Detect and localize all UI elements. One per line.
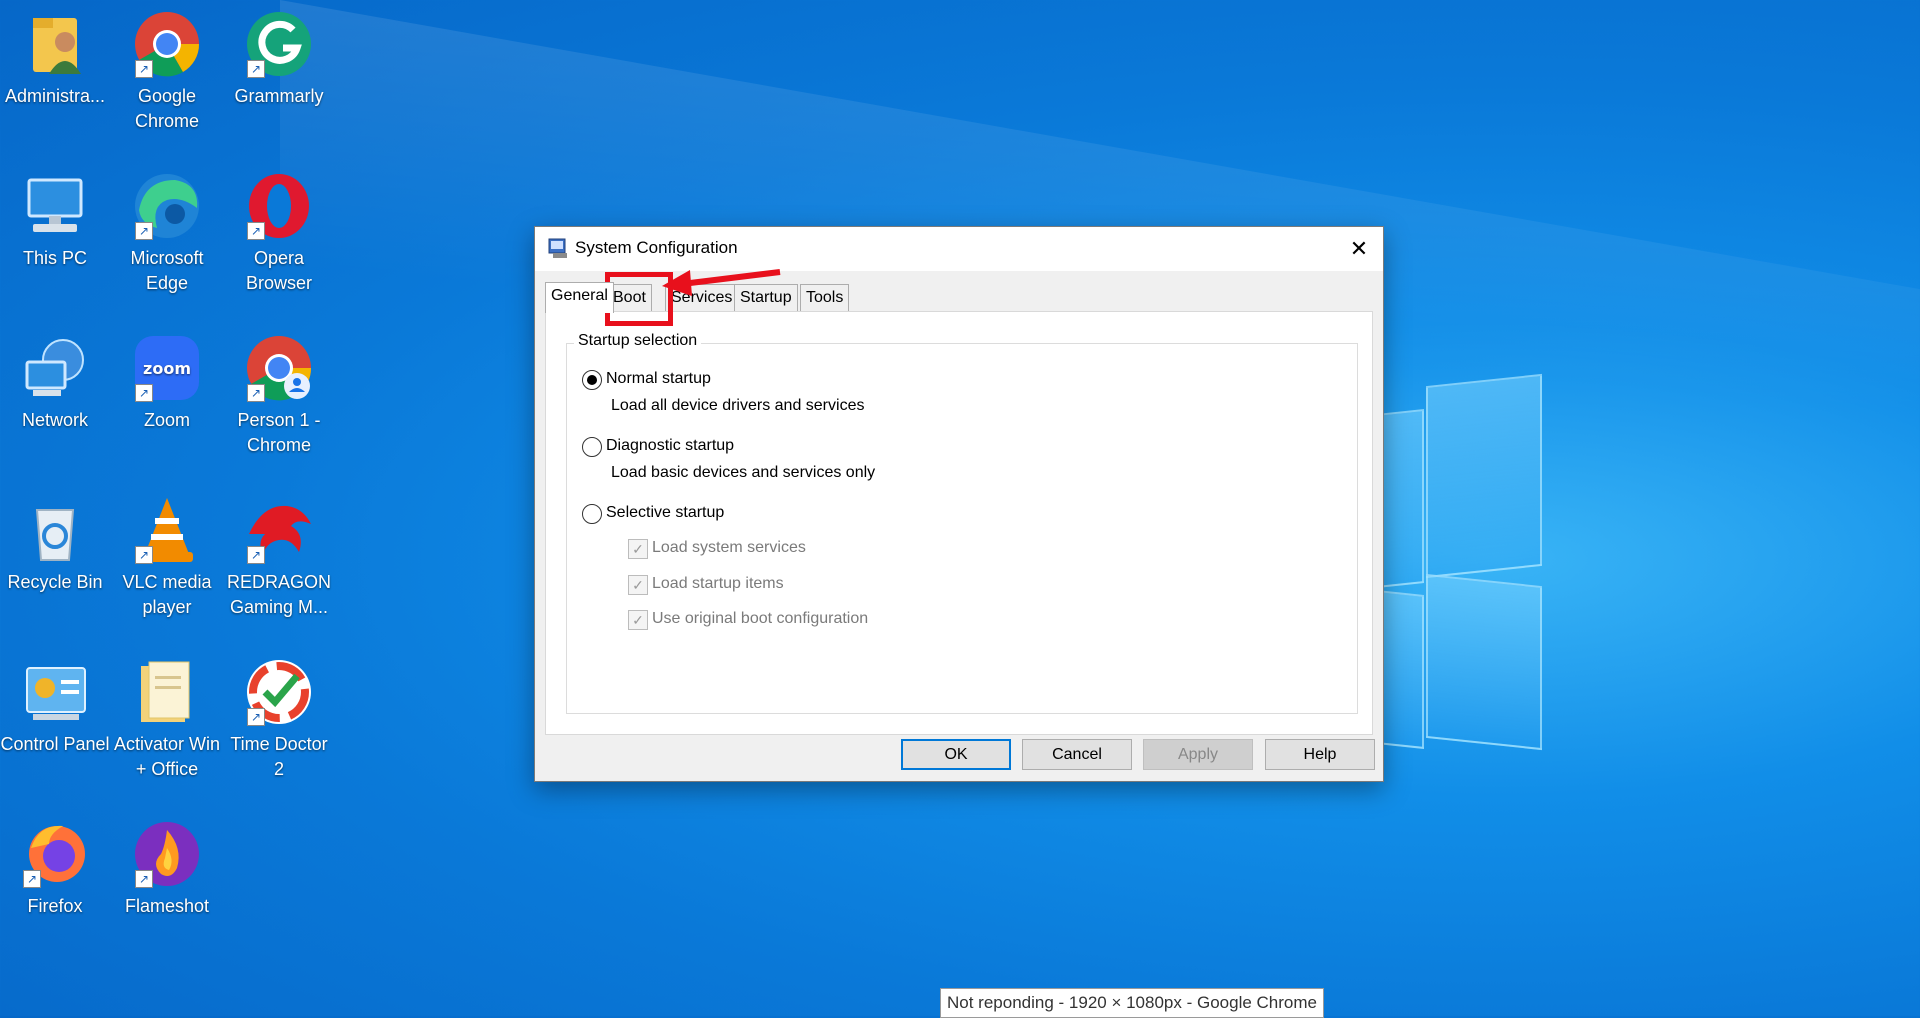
msconfig-icon [547, 237, 569, 259]
shortcut-arrow-icon: ↗ [247, 384, 265, 402]
zoom-icon: zoom ↗ [131, 332, 203, 404]
desktop-icon-flameshot[interactable]: ↗ Flameshot [112, 814, 222, 919]
chrome-profile-icon: ↗ [243, 332, 315, 404]
desktop-icon-grammarly[interactable]: ↗ Grammarly [224, 4, 334, 109]
dialog-title: System Configuration [575, 238, 738, 257]
desktop-icon-label: Control Panel [0, 734, 110, 754]
desktop-icon-firefox[interactable]: ↗ Firefox [0, 814, 110, 919]
control-panel-icon [19, 656, 91, 728]
desktop-icon-label: VLC media player [122, 572, 212, 617]
shortcut-arrow-icon: ↗ [135, 870, 153, 888]
desktop-icon-redragon[interactable]: ↗ REDRAGON Gaming M... [224, 490, 334, 620]
shortcut-arrow-icon: ↗ [247, 546, 265, 564]
desktop-icon-label: Administra... [4, 86, 106, 106]
desktop-icon-activator[interactable]: Activator Win + Office [112, 652, 222, 782]
desktop-icon-zoom[interactable]: zoom ↗ Zoom [112, 328, 222, 433]
shortcut-arrow-icon: ↗ [23, 870, 41, 888]
load-system-services-label: Load system services [652, 539, 806, 556]
desktop-icon-label: Time Doctor 2 [230, 734, 328, 779]
desktop-icon-control-panel[interactable]: Control Panel [0, 652, 110, 757]
close-icon: ✕ [1349, 236, 1369, 261]
time-doctor-icon: ↗ [243, 656, 315, 728]
ok-button[interactable]: OK [901, 739, 1011, 770]
shortcut-arrow-icon: ↗ [247, 222, 265, 240]
shortcut-arrow-icon: ↗ [135, 60, 153, 78]
normal-startup-label[interactable]: Normal startup [606, 370, 711, 388]
redragon-icon: ↗ [243, 494, 315, 566]
normal-startup-description: Load all device drivers and services [611, 397, 865, 414]
desktop-icon-this-pc[interactable]: This PC [0, 166, 110, 271]
shortcut-arrow-icon: ↗ [135, 222, 153, 240]
check-icon: ✓ [632, 541, 644, 557]
desktop-icon-time-doctor[interactable]: ↗ Time Doctor 2 [224, 652, 334, 782]
firefox-icon: ↗ [19, 818, 91, 890]
opera-icon: ↗ [243, 170, 315, 242]
desktop-icon-label: Recycle Bin [7, 572, 103, 592]
group-label: Startup selection [574, 332, 702, 350]
selective-startup-label[interactable]: Selective startup [606, 504, 724, 522]
use-original-boot-config-checkbox[interactable]: ✓ [628, 610, 648, 630]
shortcut-arrow-icon: ↗ [247, 60, 265, 78]
desktop-icon-label: Activator Win + Office [113, 734, 221, 779]
recycle-bin-icon [19, 494, 91, 566]
desktop-icon-label: Microsoft Edge [130, 248, 204, 293]
desktop-icon-label: Grammarly [234, 86, 324, 106]
apply-button[interactable]: Apply [1143, 739, 1253, 770]
desktop-icon-administrator[interactable]: Administra... [0, 4, 110, 109]
load-startup-items-label: Load startup items [652, 575, 784, 592]
use-original-boot-config-label: Use original boot configuration [652, 610, 869, 627]
check-icon: ✓ [632, 577, 644, 593]
shortcut-arrow-icon: ↗ [135, 546, 153, 564]
desktop-icon-label: Firefox [27, 896, 83, 916]
desktop-icon-label: Network [21, 410, 88, 430]
taskbar-tooltip: Not reponding - 1920 × 1080px - Google C… [940, 988, 1324, 1018]
shortcut-arrow-icon: ↗ [135, 384, 153, 402]
desktop-icon-label: This PC [22, 248, 87, 268]
help-button[interactable]: Help [1265, 739, 1375, 770]
check-icon: ✓ [632, 612, 644, 628]
desktop-icon-opera[interactable]: ↗ Opera Browser [224, 166, 334, 296]
network-icon [19, 332, 91, 404]
desktop-icon-label: Flameshot [124, 896, 210, 916]
desktop-icon-recycle-bin[interactable]: Recycle Bin [0, 490, 110, 595]
tab-general[interactable]: General [545, 282, 614, 313]
folder-icon [131, 656, 203, 728]
load-startup-items-checkbox[interactable]: ✓ [628, 575, 648, 595]
chrome-icon: ↗ [131, 8, 203, 80]
edge-icon: ↗ [131, 170, 203, 242]
load-system-services-checkbox[interactable]: ✓ [628, 539, 648, 559]
close-button[interactable]: ✕ [1335, 227, 1383, 271]
zoom-logo-text: zoom [143, 359, 191, 378]
diagnostic-startup-radio[interactable] [582, 437, 602, 457]
shortcut-arrow-icon: ↗ [247, 708, 265, 726]
desktop-icon-microsoft-edge[interactable]: ↗ Microsoft Edge [112, 166, 222, 296]
user-folder-icon [19, 8, 91, 80]
grammarly-icon: ↗ [243, 8, 315, 80]
desktop-icon-vlc[interactable]: ↗ VLC media player [112, 490, 222, 620]
desktop-icon-label: REDRAGON Gaming M... [226, 572, 331, 617]
diagnostic-startup-description: Load basic devices and services only [611, 464, 876, 481]
normal-startup-radio[interactable] [582, 370, 602, 390]
general-tab-panel: Startup selection Normal startup Load al… [545, 311, 1373, 735]
computer-icon [19, 170, 91, 242]
desktop-icon-google-chrome[interactable]: ↗ Google Chrome [112, 4, 222, 134]
desktop-icon-person-chrome[interactable]: ↗ Person 1 - Chrome [224, 328, 334, 458]
desktop-icon-network[interactable]: Network [0, 328, 110, 433]
cancel-button[interactable]: Cancel [1022, 739, 1132, 770]
desktop-icon-label: Google Chrome [134, 86, 200, 131]
desktop-icon-label: Opera Browser [245, 248, 312, 293]
flameshot-icon: ↗ [131, 818, 203, 890]
tab-tools[interactable]: Tools [800, 284, 850, 311]
vlc-icon: ↗ [131, 494, 203, 566]
diagnostic-startup-label[interactable]: Diagnostic startup [606, 437, 734, 455]
desktop-icon-label: Zoom [143, 410, 190, 430]
red-arrow-icon [662, 269, 781, 296]
desktop-icon-label: Person 1 - Chrome [237, 410, 321, 455]
selective-startup-radio[interactable] [582, 504, 602, 524]
